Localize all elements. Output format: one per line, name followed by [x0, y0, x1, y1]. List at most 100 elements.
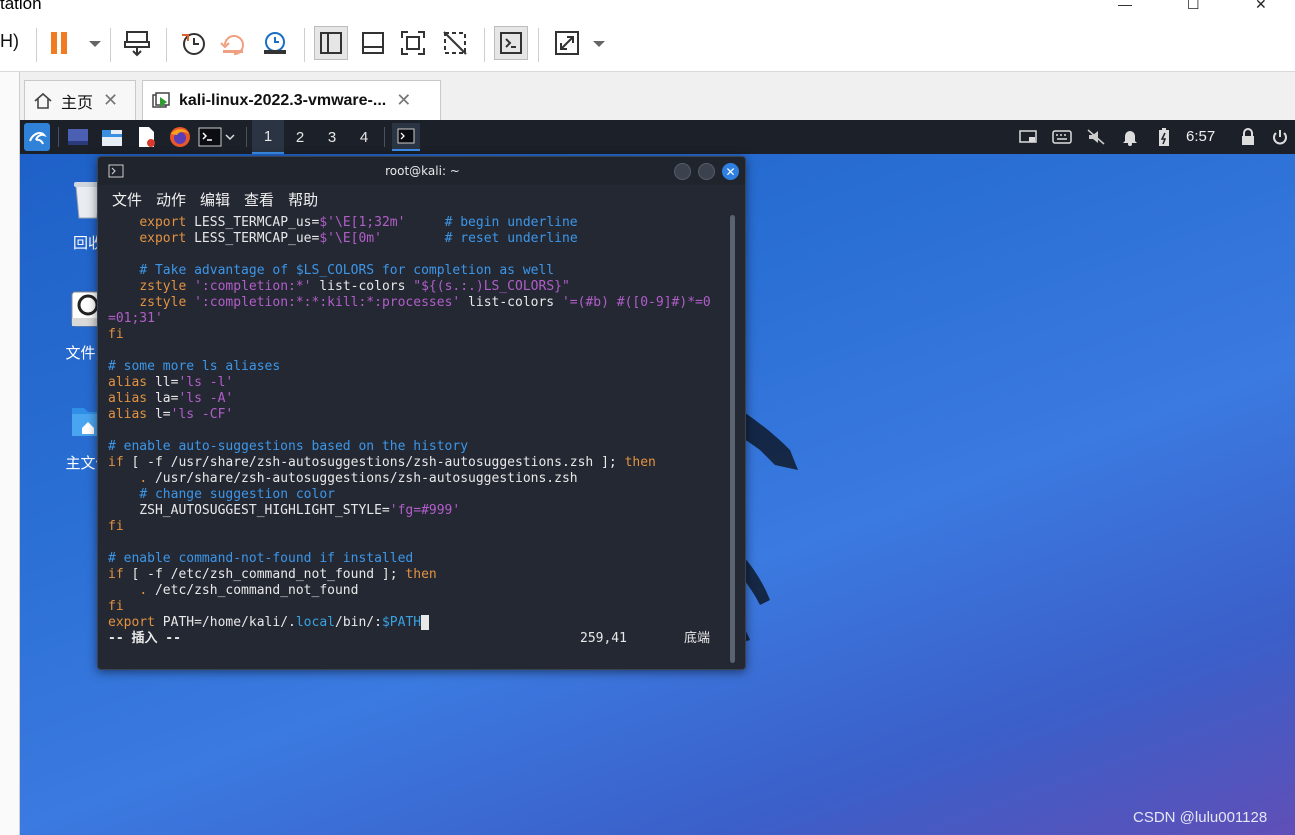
pause-button[interactable] [44, 26, 78, 60]
lock-screen-icon[interactable] [1236, 125, 1260, 149]
text-editor-icon [139, 127, 155, 147]
code-token: export [108, 615, 155, 630]
close-button[interactable]: ✕ [722, 163, 739, 180]
code-token: la= [147, 391, 179, 406]
file-manager-button[interactable] [100, 125, 124, 149]
revert-snapshot-button[interactable] [216, 26, 250, 60]
terminal-line: if [ -f /etc/zsh_command_not_found ]; th… [108, 567, 728, 583]
terminal-line: zstyle ':completion:*:*:kill:*:processes… [108, 295, 728, 311]
code-token: zstyle [139, 295, 187, 310]
pause-dropdown-icon[interactable] [78, 26, 112, 60]
vim-mode-indicator: -- 插入 -- [108, 631, 181, 646]
terminal-line: fi [108, 599, 728, 615]
tab-home[interactable]: 主页 ✕ [24, 80, 136, 120]
full-screen-button[interactable] [396, 26, 430, 60]
computer-arrow-icon [124, 31, 150, 57]
workspace-3[interactable]: 3 [316, 120, 348, 154]
terminal-scrollbar[interactable] [730, 215, 735, 663]
library-layout-icon [320, 32, 342, 54]
thumbnail-layout-icon [362, 32, 384, 54]
code-token: /usr/share/zsh-autosuggestions/zsh-autos… [147, 471, 578, 486]
notification-bell-icon[interactable] [1118, 125, 1142, 149]
menu-file[interactable]: 文件 [112, 189, 142, 210]
keyboard-icon[interactable] [1050, 125, 1074, 149]
minimize-button[interactable] [674, 163, 691, 180]
terminal-line: alias ll='ls -l' [108, 375, 728, 391]
show-thumbnail-bar-button[interactable] [356, 26, 390, 60]
terminal-line: alias la='ls -A' [108, 391, 728, 407]
console-view-button[interactable] [494, 26, 528, 60]
code-token: [ -f /etc/zsh_command_not_found ]; [123, 567, 406, 582]
close-tab-icon[interactable]: ✕ [396, 90, 411, 111]
maximize-icon[interactable]: ☐ [1187, 0, 1200, 13]
power-icon[interactable] [1268, 125, 1292, 149]
code-token: alias [108, 407, 148, 422]
close-window-icon[interactable]: ✕ [1255, 0, 1267, 13]
stretch-dropdown-icon[interactable] [582, 26, 616, 60]
panel-clock[interactable]: 6:57 [1186, 128, 1215, 145]
snapshot-button[interactable] [176, 26, 210, 60]
toolbar-separator [110, 28, 111, 62]
menu-help[interactable]: 帮助 [288, 189, 318, 210]
volume-muted-icon[interactable] [1084, 125, 1108, 149]
code-token: alias [108, 391, 148, 406]
snapshot-manager-button[interactable] [258, 26, 292, 60]
code-token: zstyle [139, 279, 187, 294]
terminal-line: if [ -f /usr/share/zsh-autosuggestions/z… [108, 455, 728, 471]
help-menu-fragment[interactable]: H) [0, 31, 19, 52]
close-tab-icon[interactable]: ✕ [103, 90, 118, 111]
terminal-line: export PATH=/home/kali/.local/bin/:$PATH [108, 615, 728, 631]
workspace-1[interactable]: 1 [252, 120, 284, 154]
kali-menu-button[interactable] [24, 123, 50, 151]
workspace-2[interactable]: 2 [284, 120, 316, 154]
code-token: '=(#b) #([0-9]#)*=0 [561, 295, 711, 310]
code-token: ZSH_AUTOSUGGEST_HIGHLIGHT_STYLE= [108, 503, 390, 518]
code-token: 'ls -CF' [170, 407, 234, 422]
terminal-window[interactable]: root@kali: ~ ✕ 文件 动作 编辑 查看 帮助 export LES… [97, 156, 746, 670]
stretch-guest-button[interactable] [550, 26, 584, 60]
workspace-4[interactable]: 4 [348, 120, 380, 154]
taskbar-terminal-window[interactable] [392, 123, 420, 151]
code-token: fi [108, 327, 124, 342]
code-token: # enable auto-suggestions based on the h… [108, 439, 469, 454]
maximize-button[interactable] [698, 163, 715, 180]
show-desktop-button[interactable] [66, 125, 90, 149]
screen-cast-icon[interactable] [1016, 125, 1040, 149]
terminal-line: =01;31' [108, 311, 728, 327]
revert-clock-icon [220, 35, 244, 55]
terminal-title-bar[interactable]: root@kali: ~ ✕ [98, 157, 745, 185]
battery-icon[interactable] [1152, 125, 1176, 149]
guest-desktop[interactable]: 回收 文件系 主文件 1 2 3 4 6:57 root@kali: ~ ✕ 文… [20, 120, 1295, 835]
code-token: export [139, 231, 187, 246]
terminal-icon [397, 128, 415, 144]
terminal-menu-bar: 文件 动作 编辑 查看 帮助 [98, 185, 745, 213]
text-editor-button[interactable] [134, 125, 158, 149]
menu-edit[interactable]: 编辑 [200, 189, 230, 210]
code-token: LESS_TERMCAP_us= [186, 215, 320, 230]
code-token: PATH=/home/kali/. [154, 615, 296, 630]
menu-view[interactable]: 查看 [244, 189, 274, 210]
vm-tab-strip: 主页 ✕ kali-linux-2022.3-vmware-... ✕ [0, 72, 1295, 120]
show-library-button[interactable] [314, 26, 348, 60]
terminal-text-area[interactable]: export LESS_TERMCAP_us=$'\E[1;32m' # beg… [108, 215, 728, 655]
code-token: l= [147, 407, 171, 422]
code-token: [ -f /usr/share/zsh-autosuggestions/zsh-… [123, 455, 625, 470]
menu-actions[interactable]: 动作 [156, 189, 186, 210]
unity-mode-button[interactable] [438, 26, 472, 60]
tab-kali-vm[interactable]: kali-linux-2022.3-vmware-... ✕ [142, 80, 441, 120]
library-sidebar-edge [0, 72, 20, 835]
code-token: # some more ls aliases [108, 359, 281, 374]
toolbar-separator [538, 28, 539, 62]
panel-separator [384, 127, 385, 147]
terminal-launcher-button[interactable] [198, 125, 238, 149]
terminal-line: # enable auto-suggestions based on the h… [108, 439, 728, 455]
code-token: fi [108, 519, 124, 534]
send-ctrl-alt-del-button[interactable] [120, 26, 154, 60]
minimize-icon[interactable]: — [1118, 0, 1132, 12]
firefox-button[interactable] [168, 125, 192, 149]
